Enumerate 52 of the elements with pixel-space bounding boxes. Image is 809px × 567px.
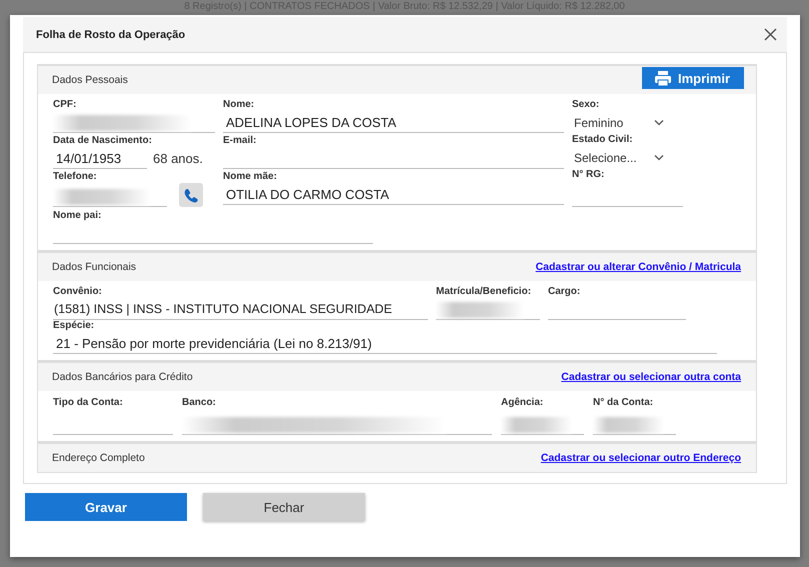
section-title: Dados Funcionais [52, 261, 136, 273]
redacted-field[interactable] [53, 113, 215, 133]
link[interactable]: Cadastrar ou selecionar outra conta [561, 371, 741, 383]
blurred-value [501, 416, 572, 432]
chevron-down-icon [654, 154, 664, 161]
dialog-title: Folha de Rosto da Operação [36, 28, 186, 40]
input-field[interactable]: OTILIA DO CARMO COSTA [223, 185, 564, 205]
field-label: N° RG: [572, 169, 606, 181]
link[interactable]: Cadastrar ou alterar Convênio / Matricula [536, 261, 741, 273]
field-label: Convênio: [53, 286, 103, 298]
age-text: 68 anos. [153, 150, 203, 168]
field-label: Matrícula/Beneficio: [436, 286, 532, 298]
phone-icon [183, 187, 199, 203]
link[interactable]: Cadastrar ou selecionar outro Endereço [540, 452, 741, 464]
chevron-down-icon [654, 119, 664, 126]
field-label: Espécie: [53, 320, 96, 332]
redacted-field[interactable] [593, 415, 676, 435]
field-label: Tipo da Conta: [53, 397, 124, 409]
field-label: Nome pai: [53, 210, 102, 222]
field-label: Cargo: [548, 286, 582, 298]
redacted-field[interactable] [182, 415, 492, 435]
redacted-field[interactable] [436, 300, 540, 320]
print-button[interactable]: Imprimir [642, 67, 744, 89]
section-title: Dados Pessoais [52, 74, 128, 86]
section-title: Dados Bancários para Crédito [52, 371, 193, 383]
close-button[interactable] [762, 26, 779, 43]
field-label: CPF: [53, 99, 78, 111]
input-field[interactable]: ADELINA LOPES DA COSTA [223, 113, 564, 133]
close-icon [764, 28, 777, 41]
redacted-field[interactable] [501, 415, 584, 435]
section-title: Endereço Completo [52, 452, 145, 464]
field-label: Estado Civil: [572, 134, 634, 146]
field-label: Telefone: [53, 171, 98, 183]
select-field[interactable]: Feminino [572, 113, 664, 132]
field-label: N° da Conta: [593, 397, 654, 409]
phone-button[interactable] [179, 183, 203, 207]
field-label: E-mail: [223, 135, 258, 147]
select-field[interactable]: Selecione... [572, 148, 664, 167]
blurred-value [593, 416, 664, 432]
redacted-field[interactable] [53, 187, 167, 207]
field-label: Nome mãe: [223, 171, 278, 183]
field-label: Data de Nascimento: [53, 135, 153, 147]
save-button[interactable]: Gravar [25, 493, 187, 521]
field-label: Agência: [501, 397, 544, 409]
field-label: Banco: [182, 397, 217, 409]
printer-icon [654, 70, 672, 86]
input-field[interactable]: (1581) INSS | INSS - INSTITUTO NACIONAL SEGURIDADE [53, 300, 428, 320]
input-field[interactable]: 14/01/1953 [53, 149, 147, 169]
field-label: Nome: [223, 99, 256, 111]
field-label: Sexo: [572, 99, 600, 111]
input-field[interactable]: 21 - Pensão por morte previdenciária (Lei no 8.213/91) [53, 334, 717, 354]
close-button[interactable]: Fechar [203, 493, 365, 521]
